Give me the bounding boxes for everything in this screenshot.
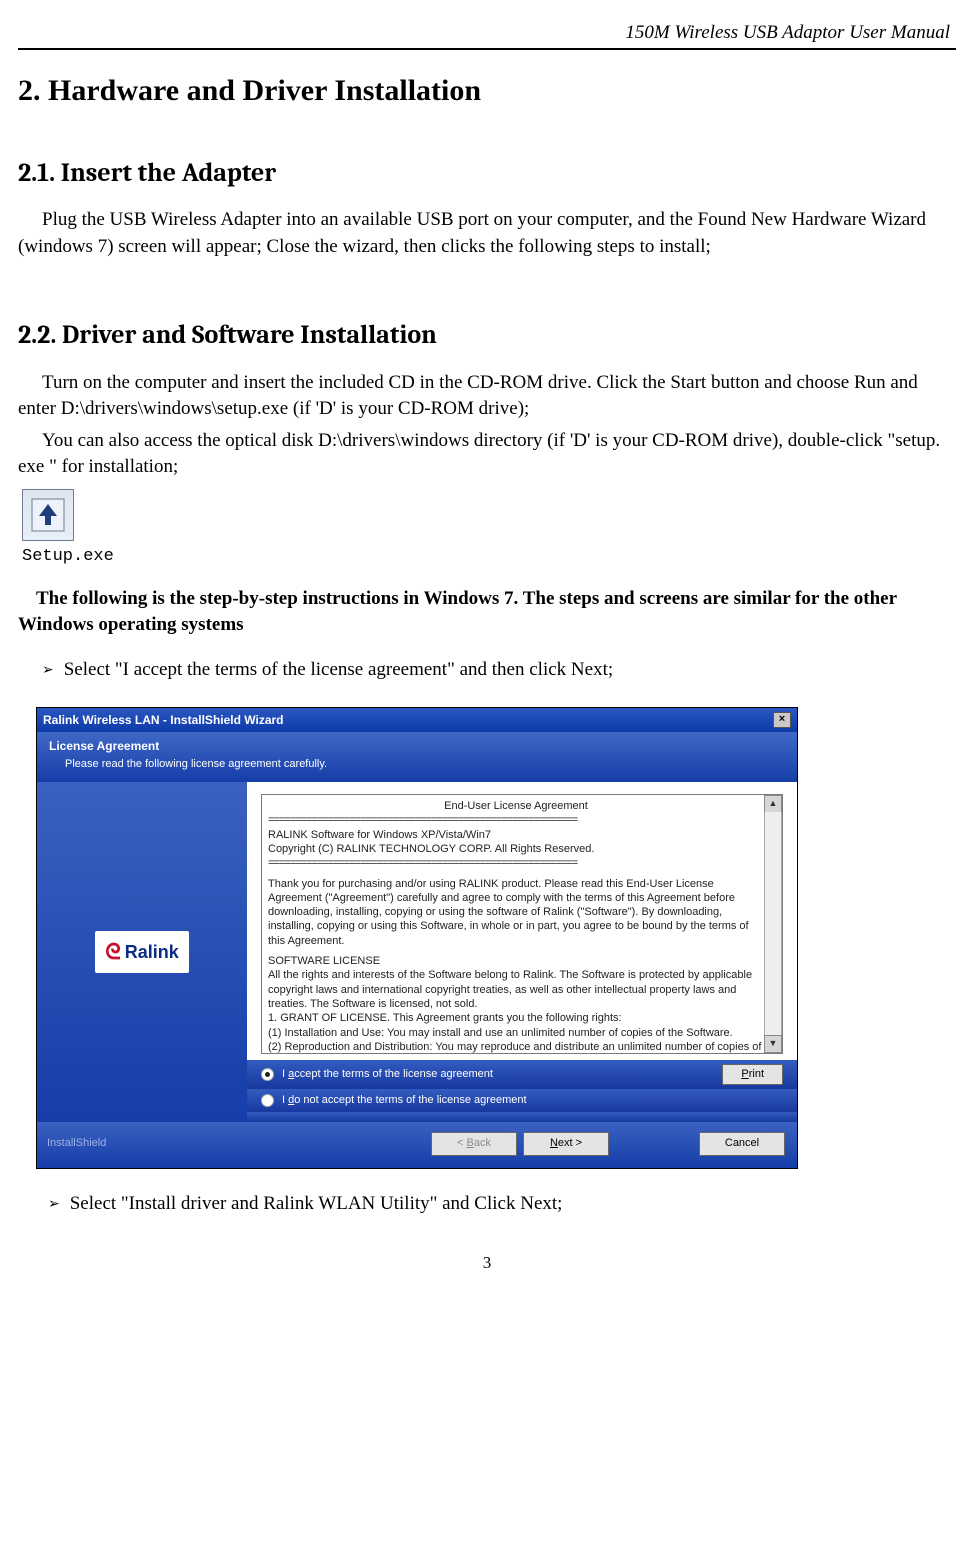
wizard-body: ᘓ Ralink ▲ ▼ End-User License Agreement … [37,782,797,1122]
wizard-title-text: Ralink Wireless LAN - InstallShield Wiza… [43,712,284,729]
page-number: 3 [18,1251,956,1274]
radio-reject-row[interactable]: I do not accept the terms of the license… [247,1089,797,1112]
ralink-logo: ᘓ Ralink [95,931,189,973]
setup-exe-icon [22,489,74,541]
eula-divider-2: ========================================… [268,856,764,870]
eula-para-3c: (2) Reproduction and Distribution: You m… [268,1040,764,1054]
page-header: 150M Wireless USB Adaptor User Manual [18,20,956,50]
wizard-subheader: License Agreement Please read the follow… [37,732,797,782]
back-button[interactable]: < Back [431,1132,517,1155]
scroll-track[interactable] [764,812,782,1036]
subsection-2-2-para-2: You can also access the optical disk D:\… [18,428,956,480]
radio-gap [247,1112,797,1122]
wizard-close-button[interactable]: × [773,712,791,728]
bold-instruction-note: The following is the step-by-step instru… [18,586,956,638]
bullet-install-utility: ➢ Select "Install driver and Ralink WLAN… [48,1191,956,1217]
section-title: 2. Hardware and Driver Installation [18,70,956,111]
bullet-marker-icon: ➢ [42,661,54,680]
eula-title: End-User License Agreement [268,799,764,813]
subsection-2-2-para-1: Turn on the computer and insert the incl… [18,370,956,422]
eula-divider-1: ========================================… [268,813,764,827]
eula-para-2: All the rights and interests of the Soft… [268,968,764,1011]
eula-line-1: RALINK Software for Windows XP/Vista/Win… [268,828,764,842]
installer-arrow-icon [31,498,65,532]
scroll-down-button[interactable]: ▼ [764,1035,782,1053]
eula-heading-2: SOFTWARE LICENSE [268,954,764,968]
cancel-button[interactable]: Cancel [699,1132,785,1155]
header-title: 150M Wireless USB Adaptor User Manual [625,20,950,46]
eula-para-3a: 1. GRANT OF LICENSE. This Agreement gran… [268,1011,764,1025]
next-button[interactable]: Next > [523,1132,609,1155]
subsection-2-1-para-1: Plug the USB Wireless Adapter into an av… [18,207,956,259]
eula-line-2: Copyright (C) RALINK TECHNOLOGY CORP. Al… [268,842,764,856]
eula-para-1: Thank you for purchasing and/or using RA… [268,877,764,948]
bullet-accept-license-text: Select "I accept the terms of the licens… [64,657,613,683]
wizard-footer: InstallShield < Back Next > Cancel [37,1122,797,1167]
wizard-content: ▲ ▼ End-User License Agreement =========… [247,782,797,1122]
print-button[interactable]: Print [722,1064,783,1085]
eula-textbox[interactable]: ▲ ▼ End-User License Agreement =========… [261,794,783,1054]
wizard-subheader-desc: Please read the following license agreem… [49,757,785,772]
setup-exe-label: Setup.exe [22,545,956,568]
subsection-2-2-title: 2.2. Driver and Software Installation [18,318,956,354]
setup-exe-icon-block: Setup.exe [22,489,956,568]
radio-reject-circle[interactable] [261,1094,274,1107]
bullet-marker-icon: ➢ [48,1195,60,1214]
installshield-label: InstallShield [47,1136,106,1151]
wizard-subheader-title: License Agreement [49,738,785,755]
install-wizard-window: Ralink Wireless LAN - InstallShield Wiza… [36,707,798,1169]
eula-para-3b: (1) Installation and Use: You may instal… [268,1026,764,1040]
radio-accept-row[interactable]: I accept the terms of the license agreem… [247,1060,797,1089]
bullet-accept-license: ➢ Select "I accept the terms of the lice… [42,657,956,683]
ralink-logo-text: Ralink [125,940,179,965]
radio-accept-circle[interactable] [261,1068,274,1081]
radio-reject-label: I do not accept the terms of the license… [282,1093,783,1108]
wizard-sidebar: ᘓ Ralink [37,782,247,1122]
wizard-titlebar: Ralink Wireless LAN - InstallShield Wiza… [37,708,797,733]
radio-accept-label: I accept the terms of the license agreem… [282,1067,722,1082]
subsection-2-1-title: 2.1. Insert the Adapter [18,156,956,192]
ralink-swirl-icon: ᘓ [105,937,121,967]
bullet-install-utility-text: Select "Install driver and Ralink WLAN U… [70,1191,563,1217]
scroll-up-button[interactable]: ▲ [764,795,782,813]
